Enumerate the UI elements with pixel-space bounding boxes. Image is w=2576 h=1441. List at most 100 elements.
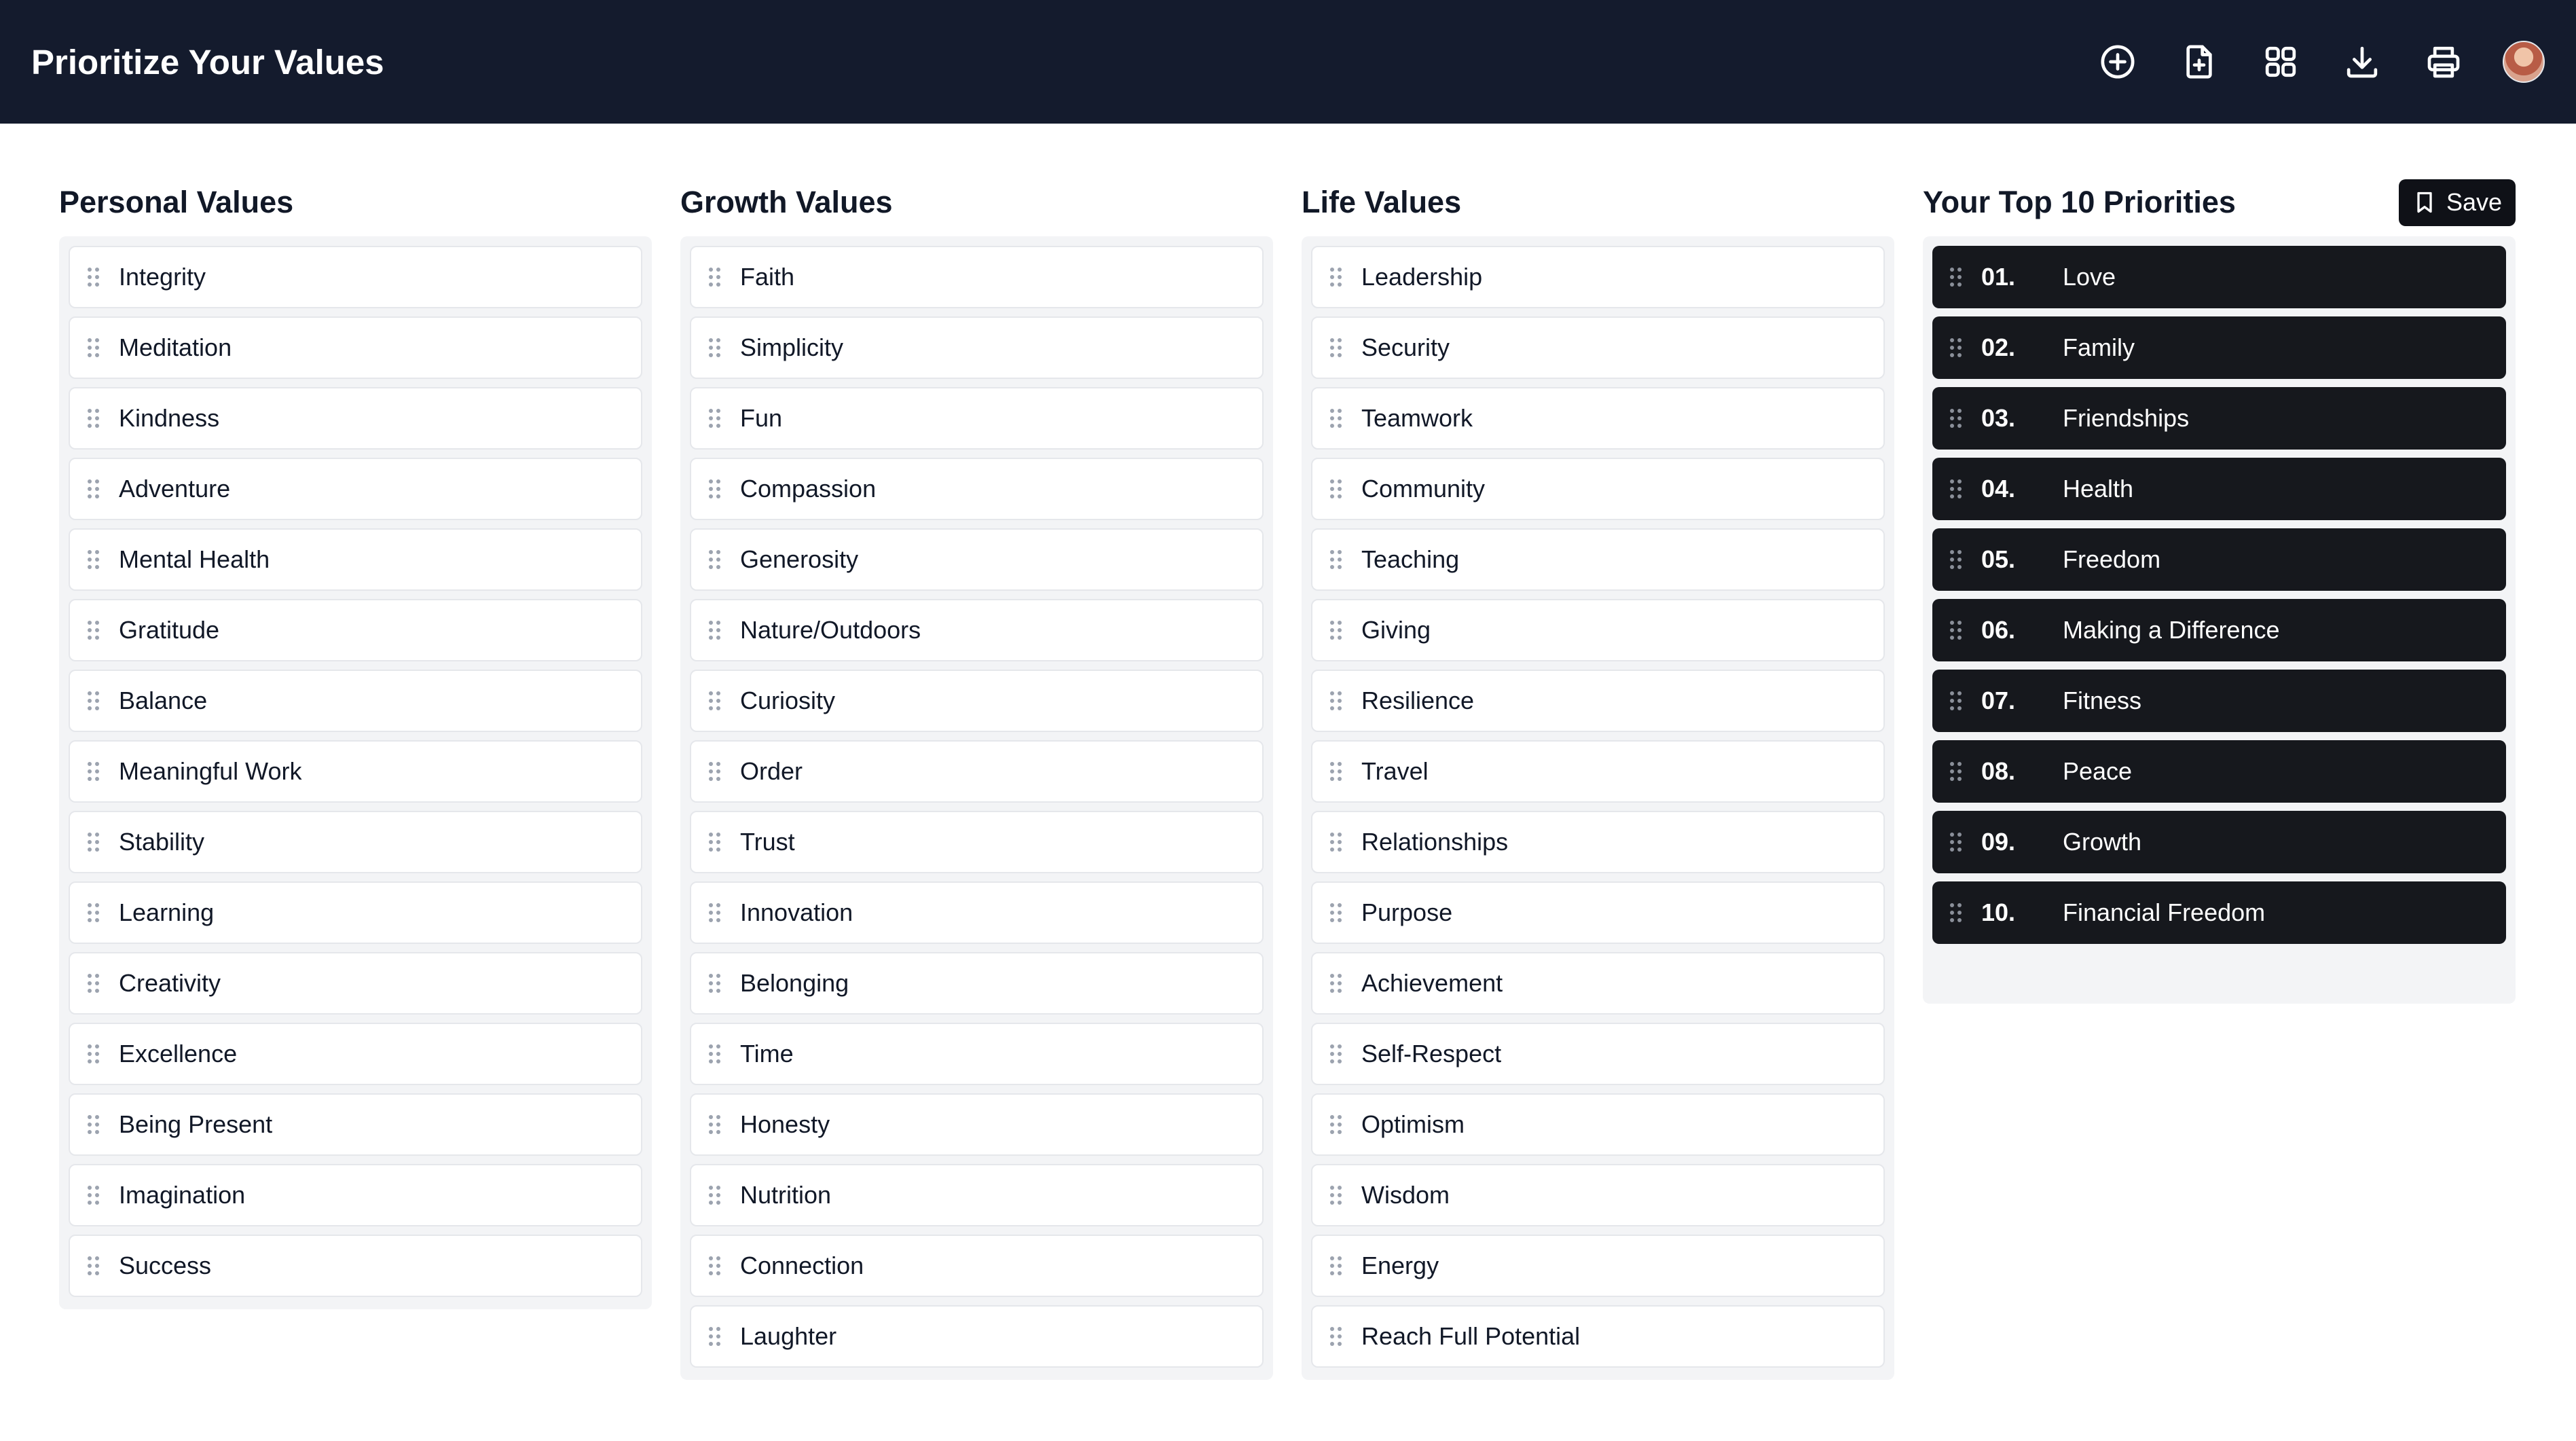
drag-handle-icon[interactable] (88, 1186, 103, 1205)
drag-handle-icon[interactable] (1330, 1044, 1345, 1063)
value-item[interactable]: Being Present (69, 1093, 642, 1156)
priority-item[interactable]: 07. Fitness (1932, 670, 2506, 732)
value-item[interactable]: Trust (690, 811, 1264, 873)
drag-handle-icon[interactable] (709, 1115, 724, 1134)
drag-handle-icon[interactable] (1330, 903, 1345, 922)
drag-handle-icon[interactable] (709, 1327, 724, 1346)
drag-handle-icon[interactable] (1330, 1115, 1345, 1134)
value-item[interactable]: Reach Full Potential (1311, 1305, 1885, 1368)
value-item[interactable]: Generosity (690, 528, 1264, 591)
priority-item[interactable]: 05. Freedom (1932, 528, 2506, 591)
drag-handle-icon[interactable] (1950, 409, 1965, 428)
avatar[interactable] (2503, 41, 2545, 83)
value-item[interactable]: Gratitude (69, 599, 642, 661)
drag-handle-icon[interactable] (1950, 550, 1965, 569)
value-item[interactable]: Belonging (690, 952, 1264, 1015)
value-item[interactable]: Achievement (1311, 952, 1885, 1015)
drag-handle-icon[interactable] (1330, 974, 1345, 993)
priority-item[interactable]: 04. Health (1932, 458, 2506, 520)
drag-handle-icon[interactable] (709, 621, 724, 640)
drag-handle-icon[interactable] (88, 691, 103, 710)
value-item[interactable]: Security (1311, 316, 1885, 379)
value-item[interactable]: Wisdom (1311, 1164, 1885, 1226)
drag-handle-icon[interactable] (88, 338, 103, 357)
value-item[interactable]: Self-Respect (1311, 1023, 1885, 1085)
drag-handle-icon[interactable] (88, 1256, 103, 1275)
drag-handle-icon[interactable] (88, 621, 103, 640)
value-item[interactable]: Innovation (690, 881, 1264, 944)
value-item[interactable]: Balance (69, 670, 642, 732)
drag-handle-icon[interactable] (1330, 1186, 1345, 1205)
drag-handle-icon[interactable] (1950, 903, 1965, 922)
value-item[interactable]: Nature/Outdoors (690, 599, 1264, 661)
grid-view-button[interactable] (2258, 39, 2303, 84)
drag-handle-icon[interactable] (88, 479, 103, 498)
drag-handle-icon[interactable] (1950, 833, 1965, 852)
value-item[interactable]: Laughter (690, 1305, 1264, 1368)
value-item[interactable]: Time (690, 1023, 1264, 1085)
drag-handle-icon[interactable] (709, 1044, 724, 1063)
drag-handle-icon[interactable] (1330, 409, 1345, 428)
add-button[interactable] (2095, 39, 2140, 84)
drag-handle-icon[interactable] (88, 833, 103, 852)
value-item[interactable]: Kindness (69, 387, 642, 450)
drag-handle-icon[interactable] (709, 903, 724, 922)
value-item[interactable]: Compassion (690, 458, 1264, 520)
drag-handle-icon[interactable] (1950, 338, 1965, 357)
priority-item[interactable]: 10. Financial Freedom (1932, 881, 2506, 944)
drag-handle-icon[interactable] (1330, 762, 1345, 781)
value-item[interactable]: Resilience (1311, 670, 1885, 732)
value-item[interactable]: Curiosity (690, 670, 1264, 732)
value-item[interactable]: Excellence (69, 1023, 642, 1085)
value-item[interactable]: Order (690, 740, 1264, 803)
value-item[interactable]: Integrity (69, 246, 642, 308)
value-item[interactable]: Simplicity (690, 316, 1264, 379)
new-file-button[interactable] (2177, 39, 2222, 84)
drag-handle-icon[interactable] (88, 1044, 103, 1063)
value-item[interactable]: Teaching (1311, 528, 1885, 591)
drag-handle-icon[interactable] (1950, 762, 1965, 781)
drag-handle-icon[interactable] (1330, 338, 1345, 357)
value-item[interactable]: Meditation (69, 316, 642, 379)
download-button[interactable] (2340, 39, 2385, 84)
value-item[interactable]: Honesty (690, 1093, 1264, 1156)
priority-item[interactable]: 09. Growth (1932, 811, 2506, 873)
drag-handle-icon[interactable] (1950, 621, 1965, 640)
value-item[interactable]: Stability (69, 811, 642, 873)
drag-handle-icon[interactable] (709, 762, 724, 781)
value-item[interactable]: Teamwork (1311, 387, 1885, 450)
drag-handle-icon[interactable] (1330, 691, 1345, 710)
drag-handle-icon[interactable] (88, 974, 103, 993)
drag-handle-icon[interactable] (1950, 479, 1965, 498)
value-item[interactable]: Meaningful Work (69, 740, 642, 803)
drag-handle-icon[interactable] (1330, 479, 1345, 498)
drag-handle-icon[interactable] (709, 974, 724, 993)
value-item[interactable]: Adventure (69, 458, 642, 520)
value-item[interactable]: Giving (1311, 599, 1885, 661)
drag-handle-icon[interactable] (1950, 691, 1965, 710)
value-item[interactable]: Travel (1311, 740, 1885, 803)
value-item[interactable]: Imagination (69, 1164, 642, 1226)
priority-item[interactable]: 02. Family (1932, 316, 2506, 379)
drag-handle-icon[interactable] (1950, 268, 1965, 287)
drag-handle-icon[interactable] (1330, 1256, 1345, 1275)
drag-handle-icon[interactable] (709, 268, 724, 287)
value-item[interactable]: Success (69, 1235, 642, 1297)
drag-handle-icon[interactable] (88, 268, 103, 287)
value-item[interactable]: Nutrition (690, 1164, 1264, 1226)
drag-handle-icon[interactable] (709, 338, 724, 357)
value-item[interactable]: Leadership (1311, 246, 1885, 308)
drag-handle-icon[interactable] (1330, 621, 1345, 640)
priority-item[interactable]: 01. Love (1932, 246, 2506, 308)
drag-handle-icon[interactable] (88, 409, 103, 428)
drag-handle-icon[interactable] (709, 409, 724, 428)
drag-handle-icon[interactable] (88, 762, 103, 781)
value-item[interactable]: Relationships (1311, 811, 1885, 873)
drag-handle-icon[interactable] (709, 1256, 724, 1275)
value-item[interactable]: Purpose (1311, 881, 1885, 944)
drag-handle-icon[interactable] (709, 1186, 724, 1205)
value-item[interactable]: Fun (690, 387, 1264, 450)
value-item[interactable]: Mental Health (69, 528, 642, 591)
drag-handle-icon[interactable] (1330, 1327, 1345, 1346)
value-item[interactable]: Connection (690, 1235, 1264, 1297)
